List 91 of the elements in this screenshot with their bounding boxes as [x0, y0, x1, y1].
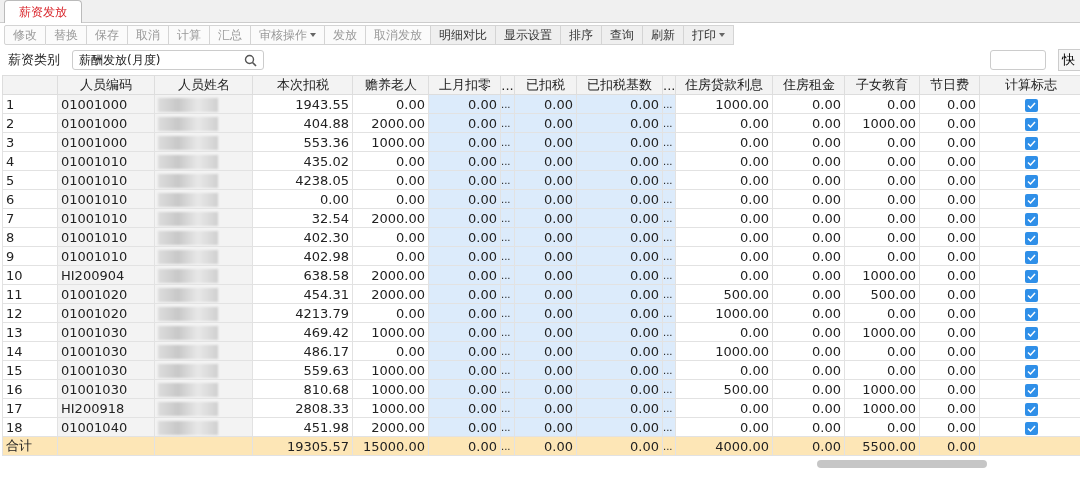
column-header[interactable]: 住房贷款利息: [675, 75, 773, 95]
table-cell: 01001000: [61, 134, 128, 150]
search-icon[interactable]: [244, 53, 257, 67]
column-header[interactable]: 本次扣税: [252, 75, 353, 95]
checkbox[interactable]: [1024, 326, 1038, 340]
blurred-name: [158, 325, 218, 340]
table-cell: 01001010: [61, 229, 128, 245]
column-header[interactable]: 已扣税: [514, 75, 577, 95]
table-cell: HI200904: [61, 267, 125, 283]
table-cell: 01001020: [61, 286, 128, 302]
column-header[interactable]: 计算标志: [979, 75, 1080, 95]
blurred-name: [158, 154, 218, 169]
tab[interactable]: 薪资发放: [4, 0, 82, 23]
blurred-name: [158, 173, 218, 188]
toolbar-button[interactable]: 刷新: [643, 25, 684, 45]
blurred-name: [158, 420, 218, 435]
column-header[interactable]: 已扣税基数: [576, 75, 663, 95]
column-header[interactable]: 节日费: [919, 75, 980, 95]
table-cell: 01001030: [61, 324, 128, 340]
table-cell: ...: [662, 360, 676, 380]
table-cell: ...: [662, 398, 676, 418]
table-cell: ...: [662, 246, 676, 266]
column-header[interactable]: 赡养老人: [352, 75, 429, 95]
category-field[interactable]: 薪酬发放(月度): [72, 50, 264, 70]
checkbox[interactable]: [1024, 364, 1038, 378]
table-cell: HI200918: [61, 400, 125, 416]
table-cell: ...: [662, 170, 676, 190]
checkbox[interactable]: [1024, 402, 1038, 416]
column-header[interactable]: 人员姓名: [154, 75, 253, 95]
quick-search-button[interactable]: 快: [1058, 49, 1080, 71]
blurred-name: [158, 97, 218, 112]
table-cell: 01001030: [61, 381, 128, 397]
column-header[interactable]: 人员编码: [57, 75, 155, 95]
table-cell: ...: [662, 284, 676, 304]
checkbox[interactable]: [1024, 421, 1038, 435]
table-cell: ...: [662, 322, 676, 342]
toolbar-button[interactable]: 打印: [684, 25, 734, 45]
caret-icon: [310, 33, 316, 37]
table-cell: ...: [662, 132, 676, 152]
checkbox[interactable]: [1024, 383, 1038, 397]
table-cell: ...: [662, 94, 676, 114]
blurred-name: [158, 192, 218, 207]
blurred-name: [158, 382, 218, 397]
table-cell: 01001010: [61, 172, 128, 188]
checkbox[interactable]: [1024, 136, 1038, 150]
checkbox[interactable]: [1024, 307, 1038, 321]
checkbox[interactable]: [1024, 193, 1038, 207]
checkbox[interactable]: [1024, 269, 1038, 283]
blurred-name: [158, 268, 218, 283]
table-cell: 01001000: [61, 115, 128, 131]
table-cell: 01001030: [61, 343, 128, 359]
quick-search-field[interactable]: [990, 50, 1046, 70]
table-cell: ...: [662, 208, 676, 228]
blurred-name: [158, 306, 218, 321]
checkbox[interactable]: [1024, 231, 1038, 245]
toolbar-button[interactable]: 查询: [602, 25, 643, 45]
blurred-name: [158, 344, 218, 359]
table-cell: 01001030: [61, 362, 128, 378]
toolbar-button[interactable]: 明细对比: [431, 25, 496, 45]
table-cell: 01001040: [61, 419, 128, 435]
table-cell: 01001010: [61, 210, 128, 226]
blurred-name: [158, 401, 218, 416]
total-cell: ...: [662, 436, 676, 456]
table-cell: 01001010: [61, 191, 128, 207]
column-header[interactable]: 子女教育: [844, 75, 920, 95]
filter-label: 薪资类别: [8, 51, 60, 69]
blurred-name: [158, 249, 218, 264]
checkbox[interactable]: [1024, 98, 1038, 112]
scrollbar-thumb[interactable]: [817, 460, 987, 468]
checkbox[interactable]: [1024, 117, 1038, 131]
checkbox[interactable]: [1024, 174, 1038, 188]
checkbox[interactable]: [1024, 250, 1038, 264]
blurred-name: [158, 287, 218, 302]
blurred-name: [158, 211, 218, 226]
table-cell: 01001020: [61, 305, 128, 321]
blurred-name: [158, 363, 218, 378]
column-header[interactable]: 住房租金: [772, 75, 845, 95]
toolbar-button[interactable]: 显示设置: [496, 25, 561, 45]
blurred-name: [158, 135, 218, 150]
checkbox[interactable]: [1024, 212, 1038, 226]
caret-icon: [719, 33, 725, 37]
table-cell: 01001010: [61, 248, 128, 264]
blurred-name: [158, 230, 218, 245]
toolbar-button[interactable]: 排序: [561, 25, 602, 45]
table-cell: 01001010: [61, 153, 128, 169]
table-cell: 01001000: [61, 96, 128, 112]
column-header[interactable]: 上月扣零: [428, 75, 501, 95]
blurred-name: [158, 116, 218, 131]
checkbox[interactable]: [1024, 155, 1038, 169]
checkbox[interactable]: [1024, 288, 1038, 302]
checkbox[interactable]: [1024, 345, 1038, 359]
